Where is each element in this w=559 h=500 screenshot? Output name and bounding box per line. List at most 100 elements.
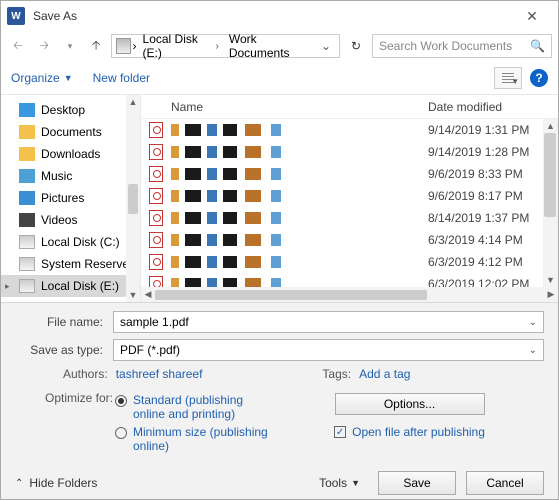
pdf-icon [149, 166, 163, 182]
scroll-down-icon[interactable]: ▼ [546, 273, 555, 287]
toolbar: Organize▼ New folder ▼ ? [1, 61, 558, 95]
search-input[interactable]: Search Work Documents 🔍 [372, 34, 552, 58]
chevron-up-icon: ⌃ [15, 478, 23, 489]
save-type-select[interactable]: PDF (*.pdf)⌄ [113, 339, 544, 361]
authors-label: Authors: [63, 367, 108, 381]
forward-button: 🡢 [33, 35, 55, 57]
vertical-scrollbar[interactable]: ▲ ▼ [543, 119, 558, 287]
close-button[interactable]: ✕ [512, 8, 552, 25]
pdf-icon [149, 210, 163, 226]
pdf-icon [149, 144, 163, 160]
file-row[interactable]: 6/3/2019 4:12 PM [141, 251, 558, 273]
music-icon [19, 169, 35, 183]
file-row[interactable]: 6/3/2019 12:02 PM [141, 273, 558, 287]
tree-item-pictures[interactable]: Pictures [1, 187, 140, 209]
file-name-input[interactable]: sample 1.pdf⌄ [113, 311, 544, 333]
file-list[interactable]: 9/14/2019 1:31 PM 9/14/2019 1:28 PM 9/6/20… [141, 119, 558, 287]
optimize-minimum[interactable]: Minimum size (publishing online) [115, 425, 275, 453]
file-date: 6/3/2019 4:14 PM [428, 233, 558, 247]
tree-item-documents[interactable]: Documents [1, 121, 140, 143]
file-date: 6/3/2019 4:12 PM [428, 255, 558, 269]
path-dropdown[interactable]: ⌄ [317, 39, 335, 53]
drive-icon [19, 257, 35, 271]
scroll-up-icon[interactable]: ▲ [546, 119, 555, 133]
chevron-icon[interactable]: › [133, 39, 137, 53]
file-row[interactable]: 8/14/2019 1:37 PM [141, 207, 558, 229]
refresh-button[interactable]: ↻ [344, 34, 368, 58]
tools-button[interactable]: Tools▼ [319, 476, 360, 490]
file-date: 9/6/2019 8:33 PM [428, 167, 558, 181]
file-date: 9/6/2019 8:17 PM [428, 189, 558, 203]
folder-icon [19, 147, 35, 161]
options-button[interactable]: Options... [335, 393, 485, 415]
tree-item-desktop[interactable]: Desktop [1, 99, 140, 121]
open-after-checkbox[interactable]: ✓ Open file after publishing [334, 425, 485, 439]
col-date[interactable]: Date modified [428, 100, 558, 114]
hide-folders-button[interactable]: ⌃ Hide Folders [15, 476, 97, 490]
nav-row: 🡠 🡢 ▾ 🡡 › Local Disk (E:)› Work Document… [1, 31, 558, 61]
hscroll-right-icon[interactable]: ▶ [544, 289, 558, 300]
view-button[interactable]: ▼ [494, 67, 522, 89]
file-name-redacted [171, 278, 418, 287]
window-title: Save As [33, 9, 512, 23]
col-name[interactable]: Name [171, 100, 428, 114]
file-list-area: Name Date modified 9/14/2019 1:31 PM9/14… [141, 95, 558, 302]
radio-selected-icon [115, 395, 127, 407]
file-name-redacted [171, 168, 418, 180]
radio-icon [115, 427, 127, 439]
horizontal-scrollbar[interactable]: ◀ ▶ [141, 287, 558, 302]
tags-label: Tags: [322, 367, 351, 381]
tree-item-music[interactable]: Music [1, 165, 140, 187]
file-name-redacted [171, 124, 418, 136]
file-date: 9/14/2019 1:28 PM [428, 145, 558, 159]
file-name-redacted [171, 234, 418, 246]
main-area: DesktopDocumentsDownloadsMusicPicturesVi… [1, 95, 558, 302]
cancel-button[interactable]: Cancel [466, 471, 544, 495]
pdf-icon [149, 122, 163, 138]
file-row[interactable]: 9/6/2019 8:33 PM [141, 163, 558, 185]
hscroll-left-icon[interactable]: ◀ [141, 289, 155, 300]
recent-dd[interactable]: ▾ [59, 35, 81, 57]
pdf-icon [149, 188, 163, 204]
tree-scrollbar[interactable]: ▲▼ [126, 95, 140, 302]
file-row[interactable]: 6/3/2019 4:14 PM [141, 229, 558, 251]
desktop-icon [19, 103, 35, 117]
file-name-redacted [171, 146, 418, 158]
tree-item-downloads[interactable]: Downloads [1, 143, 140, 165]
save-type-label: Save as type: [15, 343, 113, 357]
tree-item-system-reserved[interactable]: System Reserved [1, 253, 140, 275]
file-row[interactable]: 9/14/2019 1:31 PM [141, 119, 558, 141]
checkbox-checked-icon: ✓ [334, 426, 346, 438]
hscroll-thumb[interactable] [155, 290, 427, 300]
file-row[interactable]: 9/14/2019 1:28 PM [141, 141, 558, 163]
path-seg-folder[interactable]: Work Documents [225, 32, 315, 60]
drive-icon [116, 38, 131, 54]
up-button[interactable]: 🡡 [85, 35, 107, 57]
authors-value[interactable]: tashreef shareef [116, 367, 203, 381]
file-date: 9/14/2019 1:31 PM [428, 123, 558, 137]
organize-button[interactable]: Organize▼ [11, 71, 73, 85]
title-bar: W Save As ✕ [1, 1, 558, 31]
drive-icon [19, 235, 35, 249]
tree-item-local-disk-c-[interactable]: Local Disk (C:) [1, 231, 140, 253]
pic-icon [19, 191, 35, 205]
tags-value[interactable]: Add a tag [359, 367, 410, 381]
tree-item-videos[interactable]: Videos [1, 209, 140, 231]
file-date: 8/14/2019 1:37 PM [428, 211, 558, 225]
pdf-icon [149, 232, 163, 248]
address-bar[interactable]: › Local Disk (E:)› Work Documents ⌄ [111, 34, 340, 58]
video-icon [19, 213, 35, 227]
drive-icon [19, 279, 35, 293]
back-button[interactable]: 🡠 [7, 35, 29, 57]
file-name-redacted [171, 256, 418, 268]
scroll-thumb[interactable] [544, 133, 556, 217]
optimize-standard[interactable]: Standard (publishing online and printing… [115, 393, 275, 421]
file-row[interactable]: 9/6/2019 8:17 PM [141, 185, 558, 207]
save-button[interactable]: Save [378, 471, 456, 495]
new-folder-button[interactable]: New folder [93, 71, 150, 85]
path-seg-drive[interactable]: Local Disk (E:)› [139, 32, 223, 60]
word-icon: W [7, 7, 25, 25]
tree-item-local-disk-e-[interactable]: ▸Local Disk (E:) [1, 275, 140, 297]
pdf-icon [149, 254, 163, 270]
help-icon[interactable]: ? [530, 69, 548, 87]
